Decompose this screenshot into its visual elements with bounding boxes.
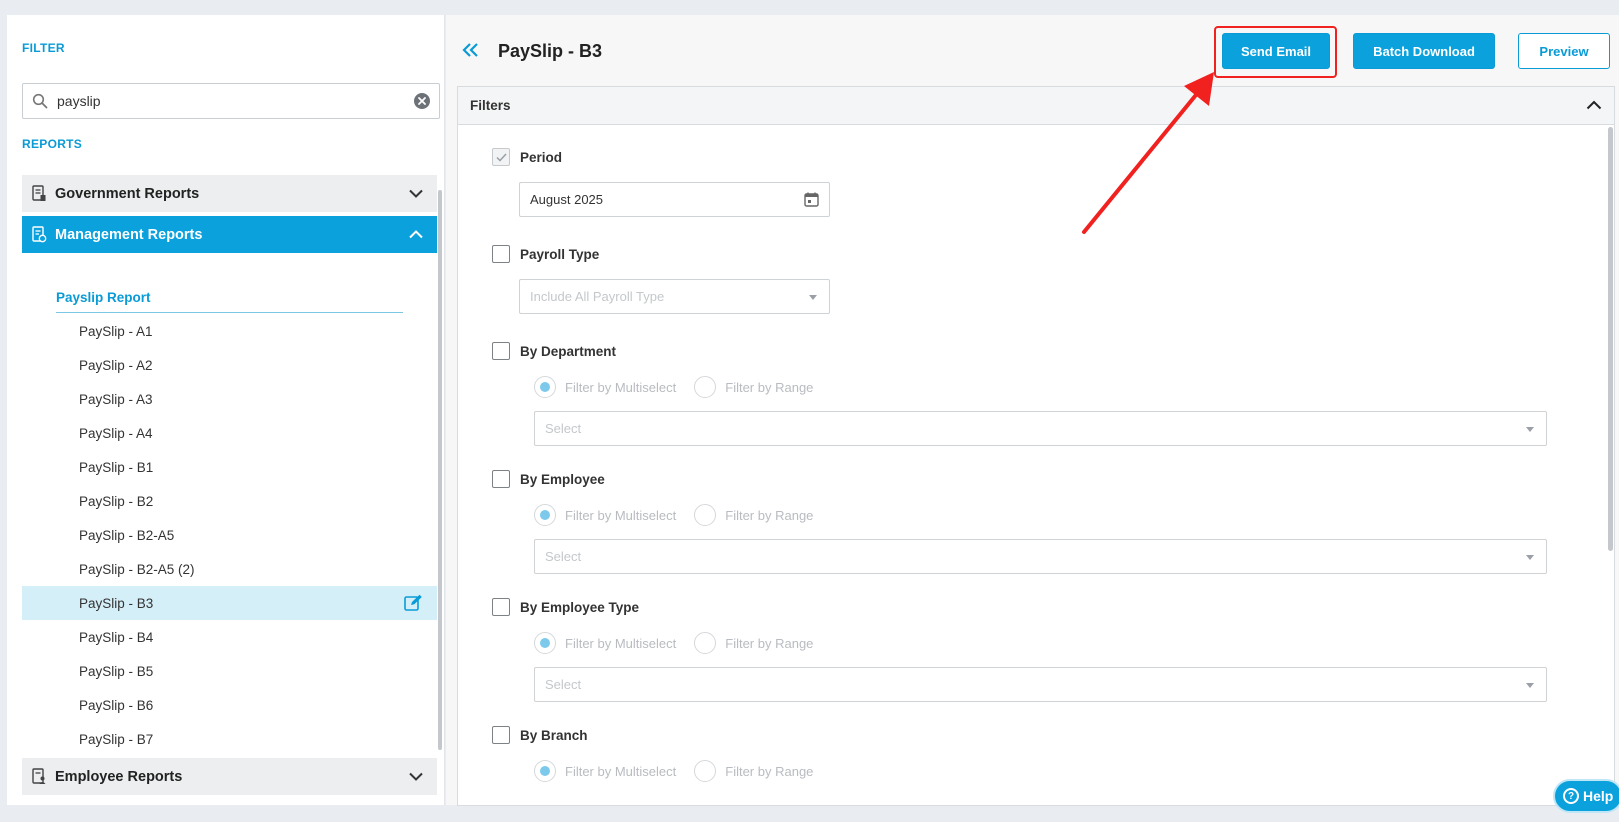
send-email-highlight	[1214, 26, 1337, 78]
reports-section-label: REPORTS	[22, 137, 83, 151]
employee-mode-radios: Filter by Multiselect Filter by Range	[534, 504, 813, 526]
report-item-b2-a5-2[interactable]: PaySlip - B2-A5 (2)	[22, 552, 437, 586]
calendar-icon[interactable]	[804, 192, 819, 210]
batch-download-button[interactable]: Batch Download	[1353, 33, 1495, 69]
chevron-down-icon	[395, 189, 437, 198]
employee-label: By Employee	[520, 471, 605, 487]
group-management-reports[interactable]: Management Reports	[22, 216, 437, 253]
report-item-b4[interactable]: PaySlip - B4	[22, 620, 437, 654]
filters-panel: Filters Period August 2025 Payroll Type …	[457, 86, 1615, 806]
payslip-report-subheading: Payslip Report	[56, 273, 403, 313]
report-doc-icon	[22, 185, 55, 202]
filters-scrollbar[interactable]	[1608, 127, 1613, 551]
filter-section-label: FILTER	[22, 41, 65, 55]
report-main-area: PaySlip - B3 Send Email Batch Download P…	[446, 15, 1619, 806]
payroll-type-filter-row: Payroll Type	[492, 245, 599, 263]
page-title: PaySlip - B3	[498, 41, 603, 61]
employee-type-label: By Employee Type	[520, 599, 640, 615]
branch-label: By Branch	[520, 727, 588, 743]
period-label: Period	[520, 149, 563, 165]
employee-type-range-radio[interactable]	[694, 632, 717, 654]
payslip-report-list: PaySlip - A1 PaySlip - A2 PaySlip - A3 P…	[22, 314, 437, 756]
payroll-type-checkbox[interactable]	[492, 245, 510, 263]
payroll-type-select[interactable]: Include All Payroll Type	[519, 279, 830, 314]
report-people-icon	[22, 768, 55, 785]
employee-range-radio[interactable]	[694, 504, 717, 526]
department-range-radio[interactable]	[694, 376, 717, 398]
group-label: Government Reports	[55, 185, 200, 202]
employee-type-filter-row: By Employee Type	[492, 598, 639, 616]
clear-search-icon[interactable]	[405, 92, 439, 110]
employee-checkbox[interactable]	[492, 470, 510, 488]
chevron-up-icon	[395, 230, 437, 239]
chevron-down-icon	[395, 772, 437, 781]
group-government-reports[interactable]: Government Reports	[22, 175, 437, 212]
employee-multiselect-radio[interactable]	[534, 504, 556, 526]
department-checkbox[interactable]	[492, 342, 510, 360]
department-multiselect-radio[interactable]	[534, 376, 556, 398]
report-item-a4[interactable]: PaySlip - A4	[22, 416, 437, 450]
report-item-a2[interactable]: PaySlip - A2	[22, 348, 437, 382]
report-item-b3[interactable]: PaySlip - B3	[22, 586, 437, 620]
employee-select[interactable]: Select	[534, 539, 1547, 574]
employee-type-multiselect-radio[interactable]	[534, 632, 556, 654]
report-item-b1[interactable]: PaySlip - B1	[22, 450, 437, 484]
filters-panel-header[interactable]: Filters	[458, 87, 1614, 125]
report-item-b6[interactable]: PaySlip - B6	[22, 688, 437, 722]
period-filter-row: Period	[492, 148, 562, 166]
branch-mode-radios: Filter by Multiselect Filter by Range	[534, 760, 813, 782]
report-settings-icon	[22, 226, 55, 243]
department-label: By Department	[520, 343, 617, 359]
double-chevron-left-icon[interactable]	[462, 42, 480, 63]
report-item-b7[interactable]: PaySlip - B7	[22, 722, 437, 756]
sidebar-scrollbar[interactable]	[438, 190, 442, 750]
employee-type-mode-radios: Filter by Multiselect Filter by Range	[534, 632, 813, 654]
report-search-input[interactable]	[57, 93, 405, 109]
branch-checkbox[interactable]	[492, 726, 510, 744]
branch-multiselect-radio[interactable]	[534, 760, 556, 782]
dropdown-caret-icon	[809, 294, 817, 300]
payroll-type-label: Payroll Type	[520, 246, 600, 262]
employee-filter-row: By Employee	[492, 470, 605, 488]
report-item-b2-a5[interactable]: PaySlip - B2-A5	[22, 518, 437, 552]
branch-filter-row: By Branch	[492, 726, 588, 744]
group-label: Employee Reports	[55, 768, 183, 785]
report-item-b5[interactable]: PaySlip - B5	[22, 654, 437, 688]
dropdown-caret-icon	[1526, 554, 1534, 560]
branch-range-radio[interactable]	[694, 760, 717, 782]
dropdown-caret-icon	[1526, 426, 1534, 432]
report-sidebar: FILTER REPORTS Government Reports Manage…	[7, 15, 445, 805]
department-select[interactable]: Select	[534, 411, 1547, 446]
group-label: Management Reports	[55, 226, 203, 243]
question-icon: ?	[1563, 788, 1579, 804]
period-date-field[interactable]: August 2025	[519, 182, 830, 217]
department-filter-row: By Department	[492, 342, 616, 360]
search-icon	[23, 93, 57, 109]
preview-button[interactable]: Preview	[1518, 33, 1610, 69]
help-button[interactable]: ? Help	[1553, 779, 1619, 813]
chevron-up-icon[interactable]	[1586, 98, 1602, 113]
report-item-b2[interactable]: PaySlip - B2	[22, 484, 437, 518]
edit-icon[interactable]	[404, 594, 423, 615]
dropdown-caret-icon	[1526, 682, 1534, 688]
period-checkbox[interactable]	[492, 148, 510, 166]
report-item-a3[interactable]: PaySlip - A3	[22, 382, 437, 416]
group-employee-reports[interactable]: Employee Reports	[22, 758, 437, 795]
employee-type-checkbox[interactable]	[492, 598, 510, 616]
department-mode-radios: Filter by Multiselect Filter by Range	[534, 376, 813, 398]
filters-title: Filters	[470, 98, 511, 113]
report-search-box[interactable]	[22, 83, 440, 119]
report-item-a1[interactable]: PaySlip - A1	[22, 314, 437, 348]
employee-type-select[interactable]: Select	[534, 667, 1547, 702]
